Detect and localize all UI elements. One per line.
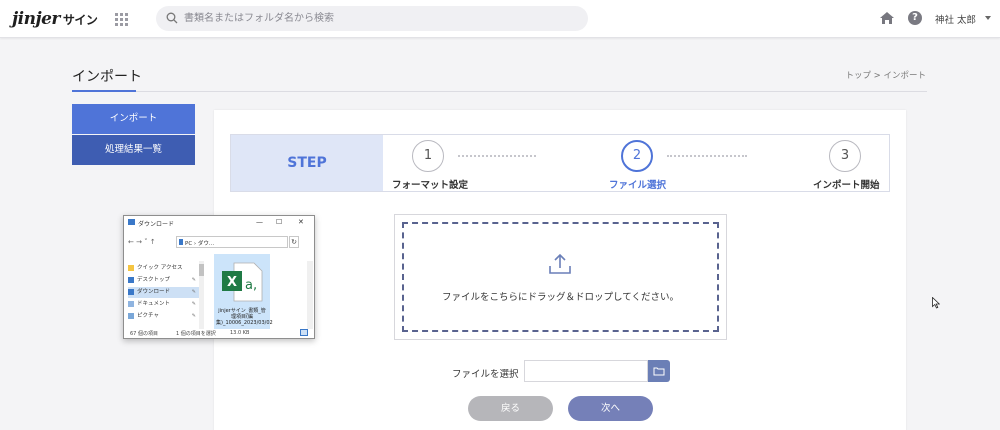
step-bar: STEP [230,134,890,192]
step-1-circle: 1 [412,140,444,172]
desktop-icon [128,276,134,283]
explorer-sidebar-item[interactable]: ダウンロード ✎ [128,287,200,298]
top-bar: jinjerサイン ? 神社 太郎 [0,0,1000,38]
app-grid-icon[interactable] [115,13,128,26]
search-icon [166,12,178,24]
pin-icon: ✎ [191,301,196,307]
minimize-button[interactable]: — [256,218,263,226]
logo-sub-text: サイン [62,13,98,27]
download-folder-icon [128,219,135,225]
search-input[interactable] [184,9,574,28]
next-button[interactable]: 次へ [568,396,653,421]
logo-text: jinjer [12,9,60,29]
page-title: インポート [72,69,142,85]
star-icon [128,264,134,271]
step-label: STEP [231,135,383,191]
file-dropzone[interactable] [394,214,727,340]
search-bar[interactable] [156,6,588,31]
excel-file-icon: X a, [222,262,263,302]
step-1-label: フォーマット設定 [392,180,469,191]
dropzone-border [402,222,719,332]
explorer-selected-count: 1 個の項目を選択 [176,331,216,337]
home-icon[interactable] [879,11,895,25]
step-2-label: ファイル選択 [609,180,667,191]
explorer-selected-size: 13.0 KB [230,330,250,336]
excel-file-name: jinjerサイン_書類_管理項目(編集)_10006_2023/03/02 [216,308,273,326]
explorer-sidebar-scrollbar[interactable] [199,261,204,329]
pin-icon: ✎ [191,277,196,283]
sidebar-item-results[interactable]: 処理結果一覧 [72,135,195,165]
step-connector [667,155,747,157]
chevron-down-icon[interactable] [985,16,991,20]
explorer-path: PC › ダウ... [185,241,215,247]
explorer-title: ダウンロード [138,221,175,228]
step-connector [458,155,536,157]
svg-text:a,: a, [245,278,257,293]
step-3-label: インポート開始 [813,180,880,191]
close-button[interactable]: ✕ [298,218,304,226]
explorer-address-bar[interactable]: PC › ダウ... [176,236,288,248]
app-logo[interactable]: jinjer サイン [12,9,98,29]
maximize-button[interactable]: ☐ [276,218,282,226]
folder-browse-button[interactable] [648,360,670,382]
explorer-sidebar-item[interactable]: ドキュメント ✎ [128,299,200,310]
explorer-item-count: 67 個の項目 [130,331,158,337]
title-divider [72,91,927,92]
file-path-field[interactable] [524,360,648,382]
mouse-cursor-icon [932,297,940,309]
user-name[interactable]: 神社 太郎 [935,12,976,26]
explorer-nav-arrows-icon[interactable]: ← → ˅ ↑ [128,238,156,246]
document-icon [128,300,134,307]
explorer-sidebar-item[interactable]: クイック アクセス [128,263,200,274]
refresh-icon[interactable]: ↻ [289,236,299,248]
pin-icon: ✎ [191,313,196,319]
title-underline [72,90,136,92]
svg-text:X: X [227,275,237,290]
back-button[interactable]: 戻る [468,396,553,421]
file-select-label: ファイルを選択 [452,369,519,380]
dropzone-text: ファイルをこちらにドラッグ＆ドロップしてください。 [442,292,679,303]
folder-icon [653,367,665,376]
breadcrumb[interactable]: トップ > インポート [845,69,926,81]
step-3-circle: 3 [829,140,861,172]
sidebar-item-import[interactable]: インポート [72,104,195,134]
explorer-sidebar: クイック アクセス デスクトップ ✎ ダウンロード ✎ ドキュメント ✎ ピクチャ ✎ [124,261,200,331]
download-arrow-icon [179,239,183,245]
file-explorer-window[interactable]: ダウンロード — ☐ ✕ ← → ˅ ↑ PC › ダウ... ↻ クイック ア… [123,215,315,339]
explorer-content-scrollbar[interactable] [307,261,313,329]
upload-icon [549,253,571,274]
help-icon[interactable]: ? [908,11,922,25]
step-2-circle: 2 [621,140,653,172]
download-icon [128,288,134,295]
explorer-sidebar-item[interactable]: ピクチャ ✎ [128,311,200,322]
pin-icon: ✎ [191,289,196,295]
explorer-sidebar-item[interactable]: デスクトップ ✎ [128,275,200,286]
view-toggle-icon[interactable] [300,329,308,336]
picture-icon [128,312,134,319]
